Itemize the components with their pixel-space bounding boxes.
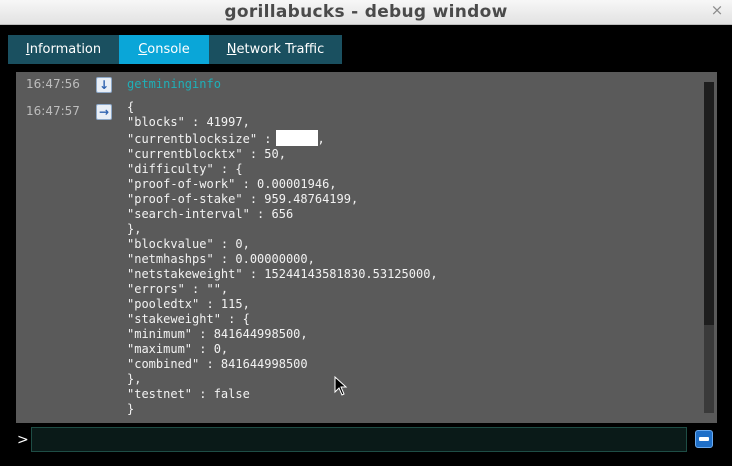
scrollbar-thumb[interactable] [704,82,714,325]
reply-right-arrow-icon: → [96,104,112,120]
window-title: gorillabucks - debug window [224,2,508,22]
console-output[interactable]: 16:47:56 ↓ getmininginfo 16:47:57 → { "b… [16,72,717,423]
tab-information[interactable]: Information [8,35,119,64]
console-command-input[interactable] [31,427,687,452]
entry-timestamp: 16:47:57 [26,104,80,118]
reply-output-part-2: , "currentblocktx" : 50, "difficulty" : … [127,132,438,416]
command-down-arrow-icon: ↓ [96,77,112,93]
tab-console-mnemonic: C [138,42,148,57]
mouse-pointer-icon [334,375,348,396]
title-bar: gorillabucks - debug window × [0,0,732,25]
entry-reply-output: { "blocks" : 41997, "currentblocksize" :… [127,100,438,417]
close-icon[interactable]: × [710,3,724,18]
tab-information-label: nformation [29,42,102,57]
console-scrollbar[interactable] [704,82,714,413]
prompt-symbol: > [17,432,29,448]
reply-output-part-1: { "blocks" : 41997, "currentblocksize" : [127,100,272,146]
entry-command-text: getmininginfo [127,77,221,91]
redacted-value [275,130,318,146]
tab-network-traffic[interactable]: Network Traffic [209,35,342,64]
minus-icon [699,437,709,441]
entry-timestamp: 16:47:56 [26,77,80,91]
tab-console-label: onsole [147,42,190,57]
tab-console[interactable]: Console [119,35,209,64]
tab-bar: Information Console Network Traffic [8,35,342,64]
tab-network-traffic-label: etwork Traffic [236,42,325,57]
clear-console-button[interactable] [695,430,713,448]
